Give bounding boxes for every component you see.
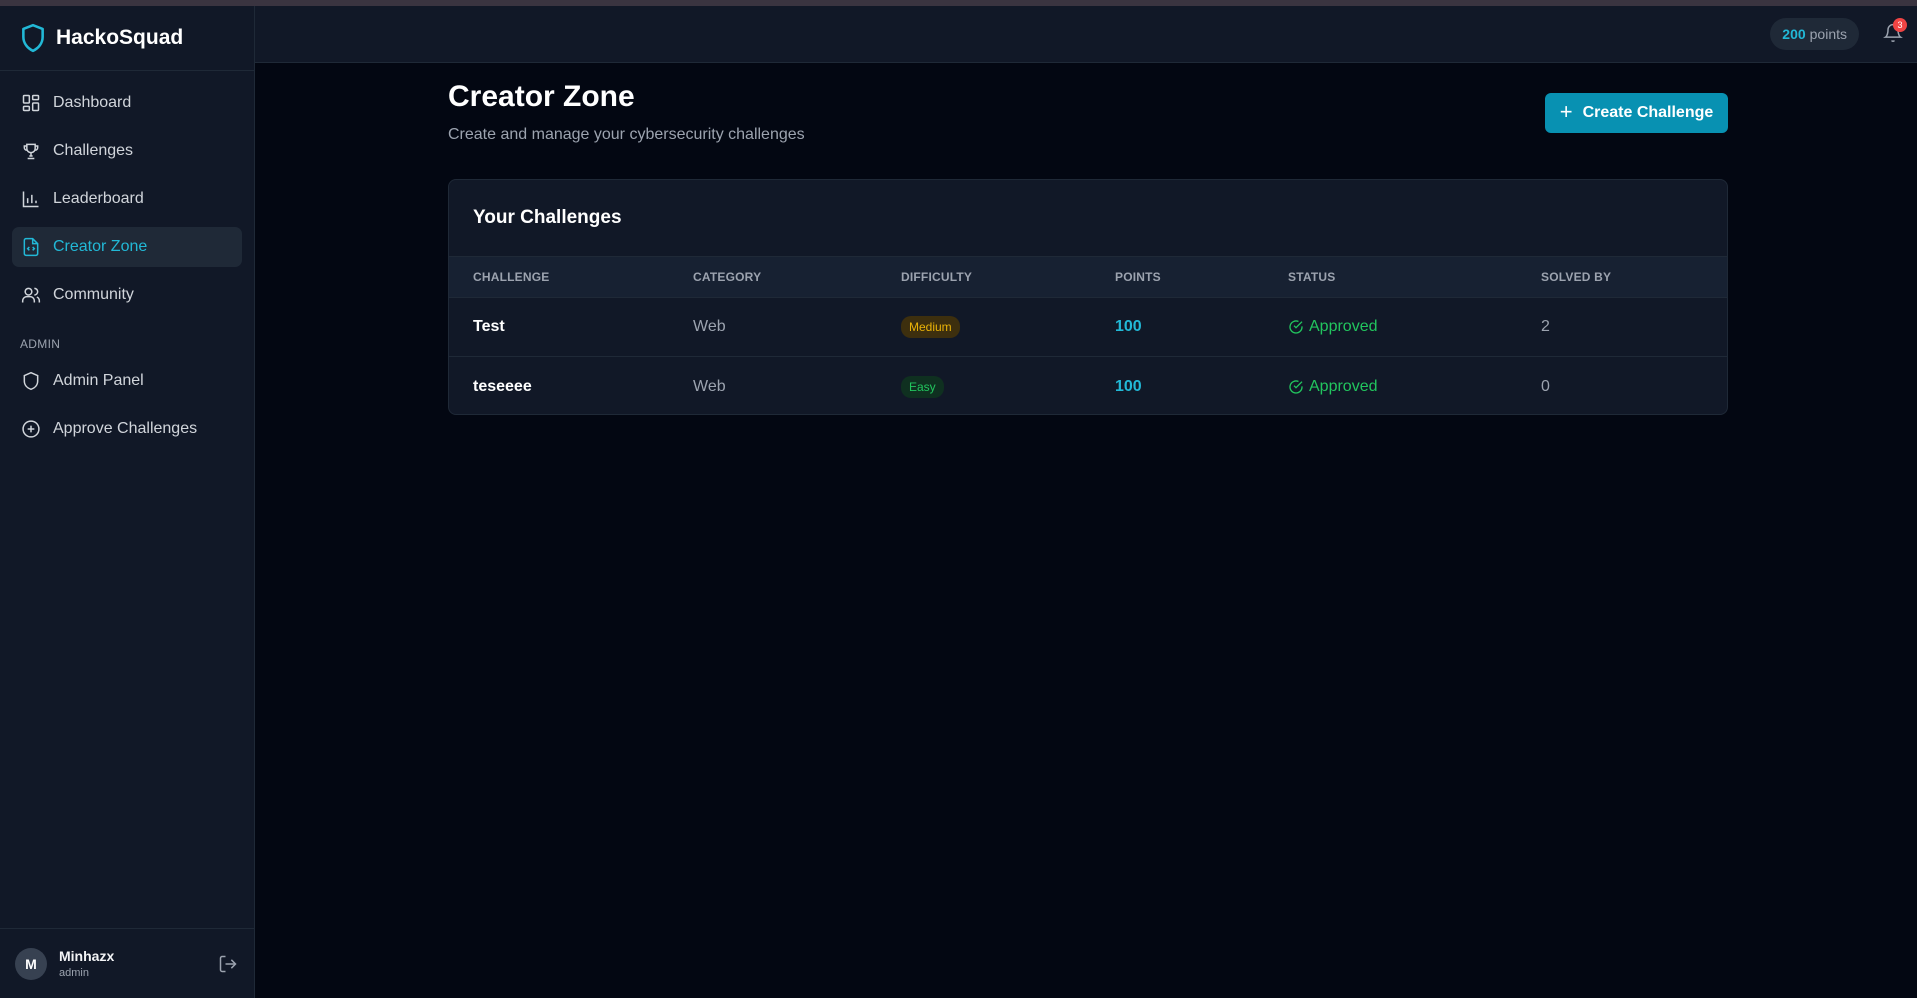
- status-badge: Approved: [1288, 378, 1378, 396]
- top-header: 200 points 3: [255, 6, 1917, 63]
- sidebar-item-label: Admin Panel: [53, 372, 144, 389]
- column-header-solved-by: SOLVED BY: [1541, 270, 1612, 284]
- status-badge: Approved: [1288, 318, 1378, 336]
- difficulty-cell: Medium: [901, 316, 960, 338]
- challenge-points: 100: [1115, 377, 1142, 395]
- sidebar-item-label: Creator Zone: [53, 238, 148, 255]
- logout-button[interactable]: [218, 954, 238, 974]
- sidebar-item-leaderboard[interactable]: Leaderboard: [12, 179, 242, 219]
- trophy-icon: [23, 143, 39, 160]
- difficulty-badge: Medium: [901, 316, 960, 338]
- sidebar-item-label: Community: [53, 286, 134, 303]
- solved-by-count: 2: [1541, 318, 1550, 335]
- check-circle-icon: [1289, 379, 1303, 394]
- points-badge: 200 points: [1770, 18, 1859, 50]
- challenge-name[interactable]: Test: [473, 318, 505, 336]
- dashboard-icon: [22, 94, 40, 112]
- challenge-name[interactable]: teseeee: [473, 378, 532, 396]
- table-header: CHALLENGE CATEGORY DIFFICULTY POINTS STA…: [449, 257, 1727, 298]
- solved-by-count: 0: [1541, 377, 1550, 395]
- check-circle-icon: [1289, 320, 1303, 334]
- sidebar-item-admin-panel[interactable]: Admin Panel: [12, 361, 242, 401]
- column-header-challenge: CHALLENGE: [473, 270, 550, 284]
- file-code-icon: [23, 237, 39, 257]
- user-name: Minhazx: [59, 948, 115, 964]
- column-header-status: STATUS: [1288, 270, 1336, 284]
- challenges-card-title: Your Challenges: [449, 180, 1727, 257]
- sidebar-item-label: Dashboard: [53, 94, 132, 111]
- column-header-points: POINTS: [1115, 270, 1161, 284]
- sidebar-item-challenges[interactable]: Challenges: [12, 131, 242, 171]
- points-value: 200: [1782, 26, 1806, 42]
- users-icon: [21, 287, 41, 303]
- challenge-points: 100: [1115, 318, 1142, 335]
- difficulty-badge: Easy: [901, 375, 944, 398]
- notification-count-badge: 3: [1893, 18, 1907, 32]
- points-label: points: [1809, 26, 1847, 42]
- column-header-difficulty: DIFFICULTY: [901, 270, 973, 284]
- app-name: HackoSquad: [56, 26, 184, 49]
- sidebar-item-community[interactable]: Community: [12, 275, 242, 315]
- user-role: admin: [59, 967, 89, 979]
- page-subtitle: Create and manage your cybersecurity cha…: [448, 126, 805, 143]
- status-label: Approved: [1309, 318, 1378, 335]
- sidebar-item-creator-zone[interactable]: Creator Zone: [12, 227, 242, 267]
- sidebar-item-label: Approve Challenges: [53, 420, 198, 437]
- avatar[interactable]: M: [15, 947, 47, 980]
- status-label: Approved: [1309, 377, 1378, 395]
- sidebar-item-dashboard[interactable]: Dashboard: [12, 83, 242, 123]
- bar-chart-icon: [22, 191, 39, 208]
- brand[interactable]: HackoSquad: [0, 6, 254, 71]
- create-challenge-label: Create Challenge: [1582, 104, 1714, 121]
- notifications-button[interactable]: 3: [1883, 18, 1907, 45]
- shield-icon: [23, 371, 39, 391]
- table-row[interactable]: teseeee Web Easy 100 Approved 0: [449, 357, 1727, 414]
- sidebar-item-label: Leaderboard: [53, 190, 144, 207]
- column-header-category: CATEGORY: [693, 270, 762, 284]
- challenge-category: Web: [693, 377, 726, 395]
- user-info: Minhazx admin: [59, 948, 114, 979]
- sidebar-item-label: Challenges: [53, 142, 134, 159]
- table-row[interactable]: Test Web Medium 100 Approved 2: [449, 298, 1727, 357]
- plus-icon: +: [1559, 99, 1573, 124]
- logout-icon: [219, 955, 237, 973]
- admin-section-heading: ADMIN: [20, 337, 61, 351]
- shield-logo-icon: [22, 23, 44, 53]
- create-challenge-button[interactable]: + Create Challenge: [1545, 93, 1728, 133]
- sidebar-nav: Dashboard Challenges Leaderboard Creator…: [0, 71, 254, 449]
- user-profile-bar: M Minhazx admin: [0, 928, 254, 998]
- plus-circle-icon: [22, 420, 40, 438]
- page-title: Creator Zone: [448, 80, 635, 113]
- difficulty-cell: Easy: [901, 375, 944, 398]
- sidebar-item-approve-challenges[interactable]: Approve Challenges: [12, 409, 242, 449]
- sidebar: HackoSquad Dashboard Challenges Leaderbo…: [0, 6, 255, 998]
- challenges-card: Your Challenges CHALLENGE CATEGORY DIFFI…: [448, 179, 1728, 415]
- challenge-category: Web: [693, 318, 726, 335]
